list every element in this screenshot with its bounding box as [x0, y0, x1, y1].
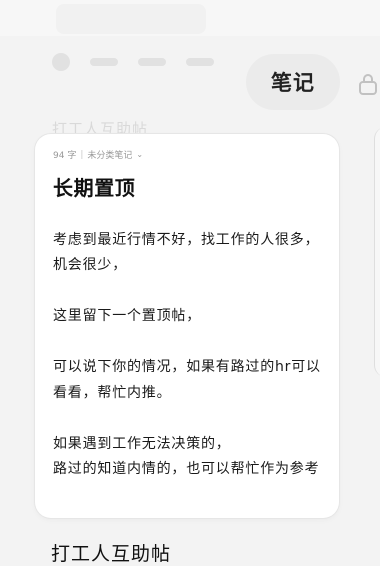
note-title: 长期置顶: [53, 176, 136, 200]
meta-separator: |: [80, 149, 84, 160]
ghost-label: [90, 58, 118, 66]
top-strip: [0, 0, 380, 36]
top-ghost-block: [56, 4, 206, 34]
note-button[interactable]: 笔记: [246, 54, 340, 110]
right-card-stub: [374, 127, 380, 377]
section-title: 打工人互助帖: [51, 543, 172, 565]
ghost-label: [138, 58, 166, 66]
lock-icon[interactable]: [357, 72, 379, 96]
note-card[interactable]: 94 字 | 未分类笔记 ⌄ 长期置顶 考虑到最近行情不好，找工作的人很多，机会…: [35, 134, 339, 518]
ghost-icon: [52, 53, 70, 71]
note-meta: 94 字 | 未分类笔记 ⌄: [53, 148, 143, 162]
word-count: 94 字: [53, 151, 77, 161]
note-body: 考虑到最近行情不好，找工作的人很多，机会很少， 这里留下一个置顶帖， 可以说下你…: [53, 232, 321, 478]
note-category[interactable]: 未分类笔记: [87, 148, 132, 161]
ghost-label: [186, 58, 214, 66]
chevron-down-icon[interactable]: ⌄: [136, 150, 143, 159]
background-toolbar: [52, 48, 214, 76]
